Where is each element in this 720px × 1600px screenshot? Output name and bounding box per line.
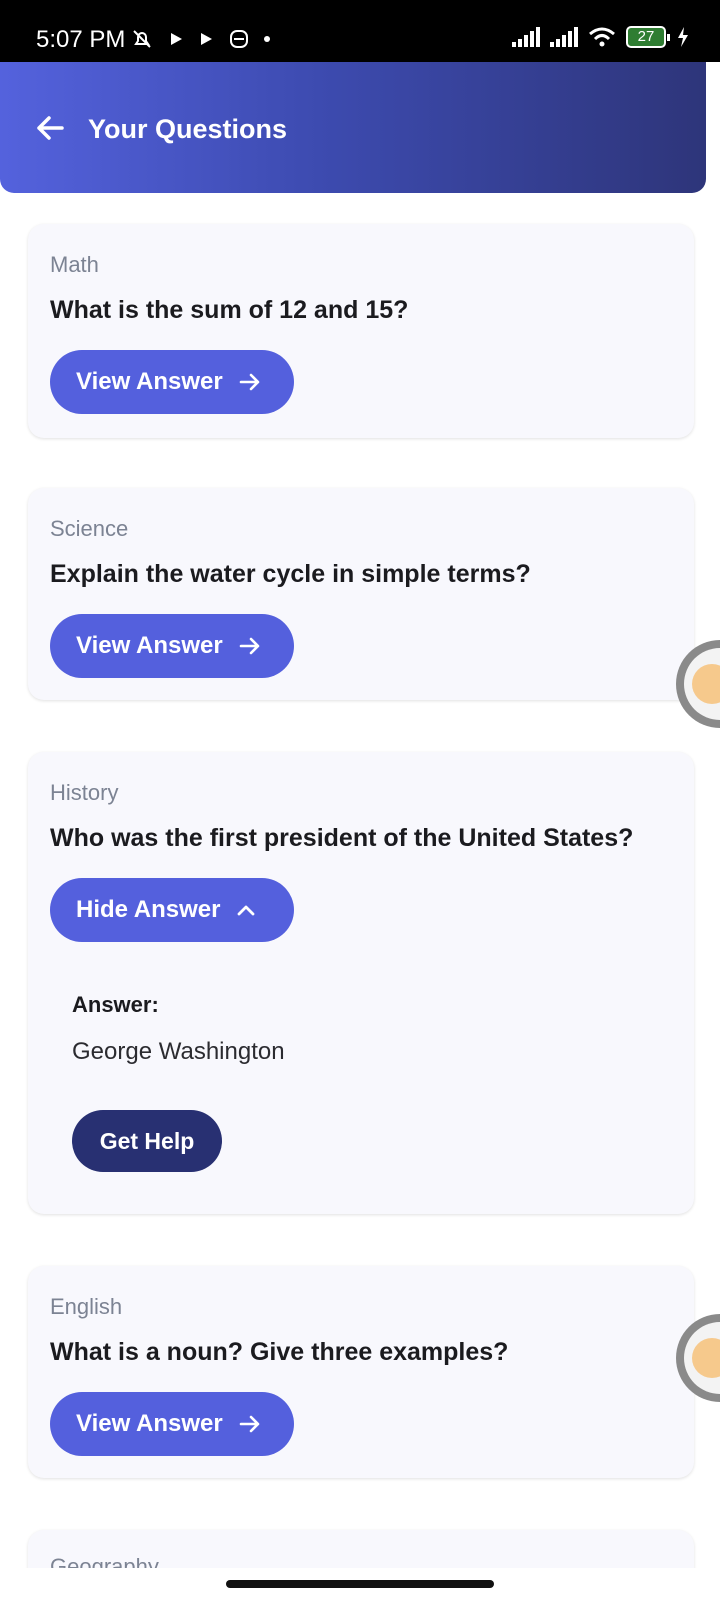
view-answer-button[interactable]: View Answer xyxy=(50,350,294,414)
play-icon xyxy=(171,33,182,45)
wifi-icon xyxy=(589,27,615,47)
view-answer-button[interactable]: View Answer xyxy=(50,614,294,678)
assistant-bubble-icon xyxy=(692,1338,720,1378)
question-text: Explain the water cycle in simple terms? xyxy=(50,560,531,588)
play-icon xyxy=(201,33,212,45)
assistant-bubble-icon xyxy=(692,664,720,704)
status-right-icons: 27 xyxy=(512,26,690,48)
view-answer-button[interactable]: View Answer xyxy=(50,1392,294,1456)
question-card: History Who was the first president of t… xyxy=(28,752,694,1214)
question-card: Math What is the sum of 12 and 15? View … xyxy=(28,224,694,438)
signal-icon xyxy=(512,27,540,47)
answer-label: Answer: xyxy=(72,992,159,1017)
button-label: View Answer xyxy=(76,632,223,659)
dot-icon xyxy=(264,36,270,42)
question-text: What is the sum of 12 and 15? xyxy=(50,296,409,324)
page-title: Your Questions xyxy=(88,114,288,144)
subject-label: Science xyxy=(50,516,129,541)
button-label: Hide Answer xyxy=(76,896,221,923)
charging-icon xyxy=(678,27,688,47)
subject-label: English xyxy=(50,1294,123,1319)
get-help-button[interactable]: Get Help xyxy=(72,1110,222,1172)
question-text: Who was the first president of the Unite… xyxy=(50,824,634,852)
battery-icon: 27 xyxy=(626,26,670,48)
subject-label: History xyxy=(50,780,119,805)
signal-icon xyxy=(550,27,578,47)
question-card: English What is a noun? Give three examp… xyxy=(28,1266,694,1478)
arrow-right-icon xyxy=(239,1415,260,1433)
subject-label: Math xyxy=(50,252,99,277)
arrow-left-icon[interactable] xyxy=(32,110,68,146)
question-text: What is a noun? Give three examples? xyxy=(50,1338,509,1366)
hide-answer-button[interactable]: Hide Answer xyxy=(50,878,294,942)
app-header: Your Questions xyxy=(0,62,706,193)
status-time: 5:07 PM xyxy=(36,26,126,53)
mute-icon xyxy=(133,30,151,48)
answer-text: George Washington xyxy=(72,1038,285,1065)
status-bar: 5:07 PM 27 xyxy=(0,0,720,62)
arrow-right-icon xyxy=(239,373,260,391)
button-label: View Answer xyxy=(76,1410,223,1437)
chevron-up-icon xyxy=(238,905,255,916)
home-indicator[interactable] xyxy=(226,1580,494,1588)
button-label: View Answer xyxy=(76,368,223,395)
status-left-icons xyxy=(130,27,270,51)
sync-icon xyxy=(230,30,248,48)
arrow-right-icon xyxy=(239,637,260,655)
question-card: Science Explain the water cycle in simpl… xyxy=(28,488,694,700)
